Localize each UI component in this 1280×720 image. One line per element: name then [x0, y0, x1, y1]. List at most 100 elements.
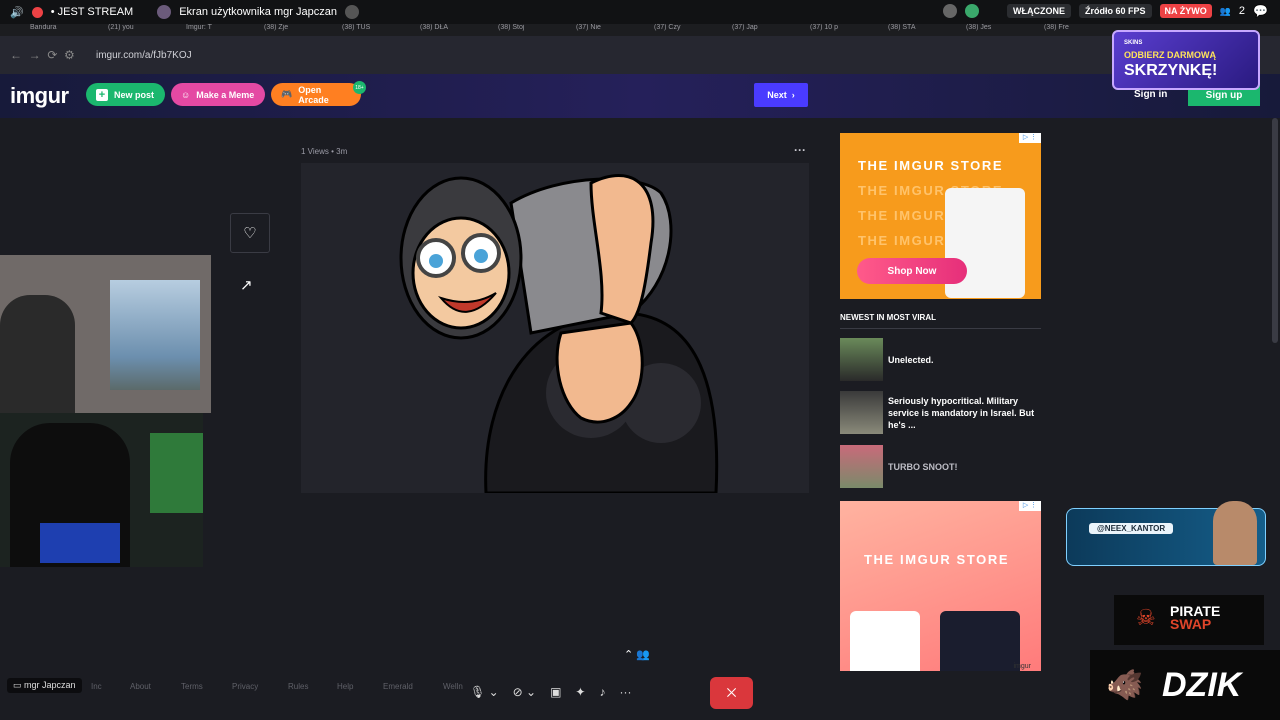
browser-tab-strip: Bandura (21) you Imgur: T (38) Zje (38) … [0, 24, 1280, 36]
screen-share-icon: ▭ [13, 680, 22, 690]
browser-tab[interactable]: (37) Nie [546, 24, 624, 36]
skins-promo-overlay: SKINS ODBIERZ DARMOWĄ SKRZYNKĘ! [1112, 30, 1260, 90]
make-meme-button[interactable]: ☺ Make a Meme [171, 83, 265, 106]
activities-icon[interactable]: ✦ [575, 685, 585, 699]
arcade-age-badge: 18+ [353, 81, 366, 94]
microphone-icon[interactable]: 🎙 ⌄ [470, 685, 499, 699]
browser-tab[interactable]: Imgur: T [156, 24, 234, 36]
browser-tab[interactable]: Bandura [0, 24, 78, 36]
instagram-handle: @NEEX_KANTOR [1089, 523, 1174, 534]
address-bar: ← → ⟳ ⚙ imgur.com/a/fJb7KOJ [0, 36, 1280, 74]
new-post-button[interactable]: + New post [86, 83, 165, 106]
store-ad-bottom[interactable]: ▷ ⋮ THE IMGUR STORE imgur [840, 501, 1041, 671]
post-views: 1 Views [301, 147, 329, 156]
footer-link[interactable]: Terms [181, 682, 203, 691]
skins-line2: SKRZYNKĘ! [1124, 62, 1218, 79]
footer-link[interactable]: Inc [91, 682, 102, 691]
camera-off-icon[interactable]: ⊘ ⌄ [513, 685, 536, 699]
call-controls: 🎙 ⌄ ⊘ ⌄ ▣ ✦ ♪ ··· [470, 676, 631, 708]
url-field[interactable]: imgur.com/a/fJb7KOJ [96, 50, 192, 61]
end-call-icon: ⨉ [726, 685, 737, 700]
browser-tab[interactable]: (38) DŁA [390, 24, 468, 36]
list-item[interactable]: Unelected. [840, 338, 1041, 381]
cartoon-illustration [399, 174, 719, 493]
list-item-title: Unelected. [888, 354, 934, 365]
username-label: mgr Japczan [24, 680, 76, 690]
nav-buttons[interactable]: ← → ⟳ ⚙ [10, 48, 80, 62]
make-meme-label: Make a Meme [196, 89, 255, 100]
post-age: 3m [336, 147, 348, 156]
ad-choices-icon[interactable]: ▷ ⋮ [1019, 133, 1041, 143]
browser-tab[interactable]: (38) TUS [312, 24, 390, 36]
discord-top-bar: 🔊 • JEST STREAM Ekran użytkownika mgr Ja… [0, 0, 1280, 24]
ad-title: THE IMGUR STORE [858, 158, 1004, 173]
browser-tab[interactable]: (37) Czy [624, 24, 702, 36]
browser-tab[interactable]: (38) Jes [936, 24, 1014, 36]
viewer-avatar [965, 4, 980, 18]
footer-link[interactable]: About [130, 682, 151, 691]
footer-link[interactable]: Privacy [232, 682, 258, 691]
new-post-label: New post [114, 89, 155, 100]
pirate-logo-icon: ☠ [1136, 605, 1156, 630]
live-badge: NA ŻYWO [1159, 4, 1212, 18]
chevron-right-icon: › [791, 90, 795, 100]
boar-icon: 🐗 [1106, 669, 1144, 702]
dzik-overlay: 🐗 DZIK [1090, 650, 1280, 720]
ad-title: THE IMGUR STORE [864, 552, 1010, 567]
expand-participants-icon[interactable]: ⌃ 👥 [624, 648, 650, 661]
more-icon[interactable]: ··· [619, 685, 631, 699]
tshirt-image [850, 611, 920, 671]
browser-tab[interactable]: (21) you [78, 24, 156, 36]
skins-line1: ODBIERZ DARMOWĄ [1124, 50, 1216, 60]
plant-decor [150, 433, 203, 513]
footer-link[interactable]: Help [337, 682, 353, 691]
tshirt-image [940, 611, 1020, 671]
browser-tab[interactable]: (38) Fre [1014, 24, 1092, 36]
post-meta: 1 Views • 3m [301, 147, 348, 156]
pirate-line2: SWAP [1170, 616, 1212, 632]
footer-link[interactable]: Rules [288, 682, 308, 691]
store-ad-top[interactable]: ▷ ⋮ THE IMGUR STORE THE IMGUR STORE THE … [840, 133, 1041, 299]
mode-badge: WŁĄCZONE [1007, 4, 1072, 18]
next-button[interactable]: Next › [754, 83, 808, 107]
post-thumbnail [840, 445, 883, 488]
avatar [1213, 501, 1257, 565]
instagram-overlay: @NEEX_KANTOR [1066, 501, 1266, 566]
imgur-logo[interactable]: imgur [10, 83, 69, 109]
share-arrow-icon[interactable]: ↗ [240, 276, 253, 294]
browser-tab[interactable]: (38) Zje [234, 24, 312, 36]
leave-call-button[interactable]: ⨉ [710, 677, 753, 709]
post-image [301, 163, 809, 493]
viewers-icon: 👥 [1219, 5, 1231, 16]
chat-icon[interactable]: 💬 [1253, 4, 1268, 18]
pirateswap-overlay: ☠ PIRATE SWAP [1114, 595, 1264, 645]
person-silhouette [0, 295, 75, 413]
open-arcade-button[interactable]: 🎮 Open Arcade [271, 83, 361, 106]
live-indicator-icon [31, 6, 43, 18]
list-item[interactable]: Seriously hypocritical. Military service… [840, 391, 1041, 434]
live-label: • JEST STREAM [50, 6, 134, 18]
browser-tab[interactable]: (37) Jap [702, 24, 780, 36]
browser-tab[interactable]: (37) 10 p [780, 24, 858, 36]
more-options-icon[interactable]: ··· [794, 143, 806, 157]
post-thumbnail [840, 391, 883, 434]
screen-share-button-icon[interactable]: ▣ [550, 685, 561, 699]
browser-tab[interactable]: (38) STA [858, 24, 936, 36]
screen-title: Ekran użytkownika mgr Japczan [179, 6, 337, 18]
footer-link[interactable]: Emerald [383, 682, 413, 691]
page-scrollbar[interactable] [1272, 118, 1278, 343]
list-item[interactable]: TURBO SNOOT! [840, 445, 1041, 488]
ad-choices-icon[interactable]: ▷ ⋮ [1019, 501, 1041, 511]
shop-now-button[interactable]: Shop Now [857, 258, 967, 284]
footer-link[interactable]: Welln [443, 682, 463, 691]
soundboard-icon[interactable]: ♪ [599, 685, 605, 699]
user-avatar [157, 5, 172, 19]
stream-username: ▭ mgr Japczan [7, 678, 82, 693]
browser-tab[interactable]: (38) Stoj [468, 24, 546, 36]
sign-in-link[interactable]: Sign in [1134, 89, 1167, 100]
plus-icon: + [96, 88, 108, 101]
speaker-icon[interactable]: 🔊 [10, 6, 24, 19]
heart-icon[interactable]: ♡ [230, 213, 270, 253]
source-badge: Źródło 60 FPS [1079, 4, 1152, 18]
viewer-avatar [943, 4, 958, 18]
